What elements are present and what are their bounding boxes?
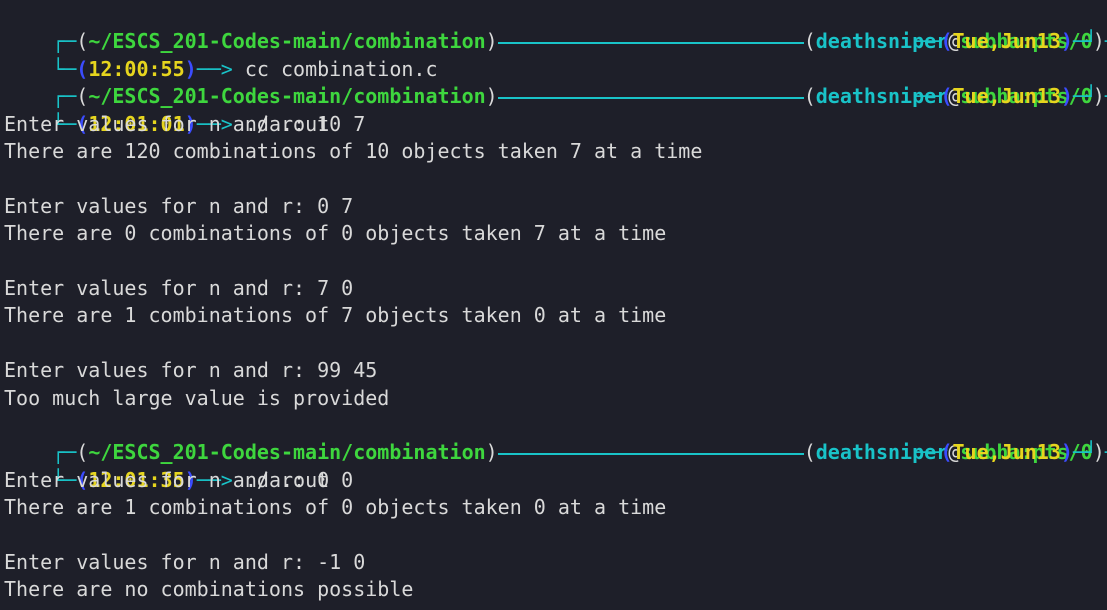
box-corner-bottom-right: ─┘ (1072, 29, 1097, 54)
output-line: Too much large value is provided (4, 385, 390, 410)
output-line: There are 1 combinations of 0 objects ta… (4, 495, 667, 520)
output-line: Enter values for n and r: -1 0 (4, 550, 366, 574)
output-line: There are 0 combinations of 0 objects ta… (4, 221, 667, 246)
date-dash: ── (916, 29, 941, 54)
output-line: There are 120 combinations of 10 objects… (4, 139, 703, 163)
paren-close: ) (1060, 29, 1073, 54)
output-line: Enter values for n and r: 0 7 (4, 193, 354, 218)
paren-close: ) (1060, 440, 1073, 465)
prompt-header-line: ┌─(~/ESCS_201-Codes-main/combination) (de… (4, 56, 1107, 108)
prompt-date: Tue,Jun13 (952, 440, 1061, 465)
prompt-header-line: ┌─(~/ESCS_201-Codes-main/combination) (de… (4, 412, 1107, 464)
paren-open: ( (940, 29, 953, 54)
prompt-header-line: ┌─(~/ESCS_201-Codes-main/combination) (de… (4, 1, 1107, 53)
paren-open: ( (940, 440, 953, 465)
prompt-command-line: └─(12:01:01)──> ./a.out ──(Tue,Jun13)─┘ (4, 83, 1107, 135)
prompt-date-block: ──(Tue,Jun13)─┘ (916, 28, 1097, 55)
prompt-date-block: ──(Tue,Jun13)─┘ (916, 83, 1097, 110)
prompt-command-line: └─(12:00:55)──> cc combination.c ──(Tue,… (4, 28, 1107, 80)
date-dash: ── (916, 84, 941, 109)
date-dash: ── (916, 440, 941, 465)
output-line: Enter values for n and r: 0 0 (4, 467, 354, 492)
box-corner-bottom-right: ─┘ (1072, 440, 1097, 465)
paren-open: ( (940, 84, 953, 109)
box-corner-bottom-right: ─┘ (1072, 84, 1097, 109)
output-line: There are 1 combinations of 7 objects ta… (4, 303, 667, 328)
output-line: Enter values for n and r: 10 7 (4, 111, 366, 136)
prompt-date: Tue,Jun13 (952, 84, 1061, 109)
terminal-window[interactable]: ┌─(~/ESCS_201-Codes-main/combination) (de… (0, 0, 1107, 610)
prompt-date-block: ──(Tue,Jun13)─┘ (916, 439, 1097, 466)
output-line: Enter values for n and r: 7 0 (4, 276, 354, 300)
paren-close: ) (1060, 84, 1073, 109)
prompt-date: Tue,Jun13 (952, 29, 1061, 54)
output-line: There are no combinations possible (4, 577, 414, 602)
prompt-command-line: └─(12:01:35)──> ./a.out ──(Tue,Jun13)─┘ (4, 439, 1107, 491)
output-line: Enter values for n and r: 99 45 (4, 358, 378, 383)
